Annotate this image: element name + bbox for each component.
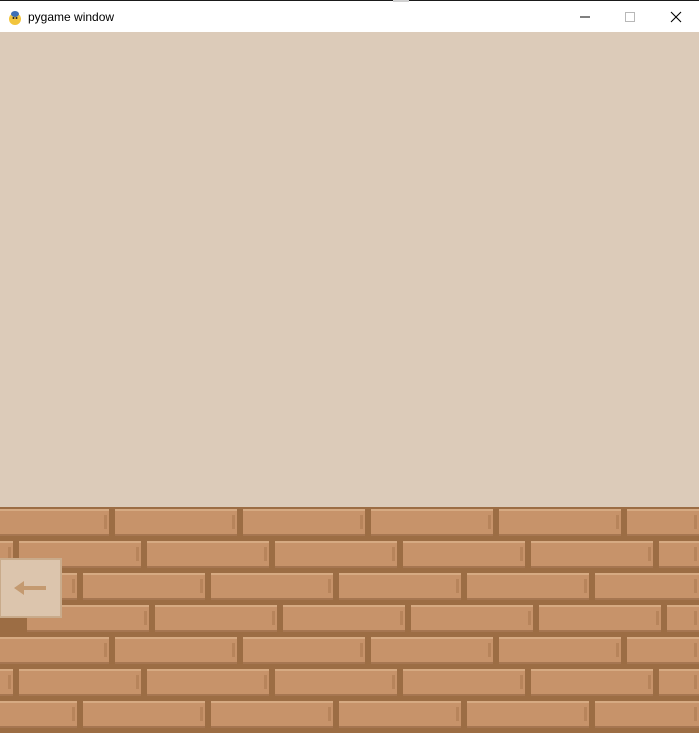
brick [467,701,589,728]
brick [83,701,205,728]
window-title: pygame window [28,10,115,24]
back-button[interactable] [0,558,62,618]
brick [411,605,533,632]
minimize-icon [580,16,590,18]
brick [539,605,661,632]
brick [531,669,653,696]
brick [115,509,237,536]
brick [155,605,277,632]
brick [499,509,621,536]
brick [339,701,461,728]
brick [0,509,109,536]
brick [659,669,699,696]
brick [243,637,365,664]
brick [83,573,205,600]
brick [243,509,365,536]
brick [499,637,621,664]
brick [667,605,699,632]
brick [0,669,13,696]
brick [403,541,525,568]
maximize-button[interactable] [607,2,653,32]
game-canvas[interactable] [0,32,699,733]
brick [403,669,525,696]
brick-row [0,571,699,603]
brick [371,509,493,536]
brick-row [0,699,699,731]
arrow-left-icon [13,581,46,595]
brick [595,573,699,600]
brick-row [0,667,699,699]
brick [283,605,405,632]
title-bar-grip [393,0,409,2]
brick [627,637,699,664]
brick [147,541,269,568]
brick [147,669,269,696]
brick [275,541,397,568]
brick-floor [0,507,699,733]
brick [339,573,461,600]
brick [211,573,333,600]
close-icon [670,11,682,23]
brick-row [0,603,699,635]
close-button[interactable] [653,2,699,32]
brick [627,509,699,536]
brick-row [0,635,699,667]
pygame-snake-icon [9,11,21,25]
brick [371,637,493,664]
maximize-icon [625,12,635,22]
brick [211,701,333,728]
brick [275,669,397,696]
brick [0,701,77,728]
brick-row [0,507,699,539]
app-window: pygame window [0,0,699,733]
brick [531,541,653,568]
brick [467,573,589,600]
minimize-button[interactable] [562,2,608,32]
title-bar[interactable]: pygame window [0,0,699,32]
brick [115,637,237,664]
brick-row [0,539,699,571]
brick [0,637,109,664]
brick [19,669,141,696]
brick [595,701,699,728]
brick [659,541,699,568]
